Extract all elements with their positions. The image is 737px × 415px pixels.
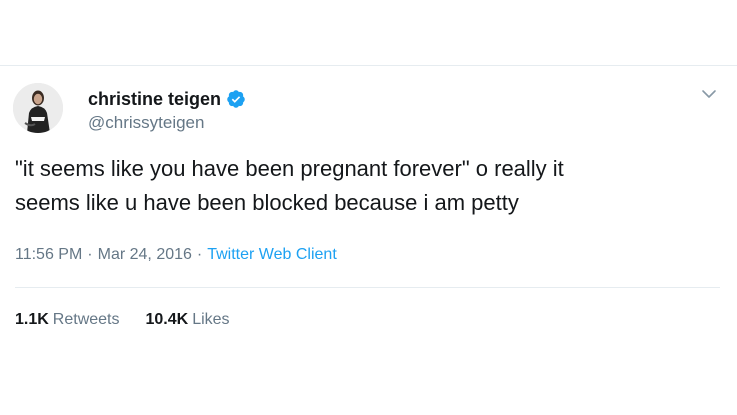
chevron-down-icon[interactable] [699, 86, 719, 102]
user-handle[interactable]: @chrissyteigen [88, 113, 204, 133]
likes-label: Likes [192, 311, 230, 328]
meta-separator: · [196, 246, 203, 263]
tweet-stats: 1.1K Retweets 10.4K Likes [15, 310, 230, 330]
name-row: christine teigen [88, 88, 246, 110]
tweet-text-line-2: seems like u have been blocked because i… [15, 190, 519, 215]
tweet-time[interactable]: 11:56 PM [15, 246, 82, 263]
meta-separator: · [87, 246, 93, 263]
tweet-client-link[interactable]: Twitter Web Client [207, 246, 337, 263]
verified-badge-icon [226, 89, 246, 109]
display-name[interactable]: christine teigen [88, 88, 221, 110]
retweets-stat[interactable]: 1.1K Retweets [15, 310, 120, 330]
retweets-label: Retweets [52, 311, 120, 328]
tweet-card: christine teigen @chrissyteigen "it seem… [0, 66, 737, 415]
retweets-count: 1.1K [15, 311, 49, 328]
avatar-image [13, 83, 63, 133]
tweet-text-line-1: "it seems like you have been pregnant fo… [15, 156, 564, 181]
tweet-meta: 11:56 PM · Mar 24, 2016 · Twitter Web Client [15, 245, 337, 265]
stats-divider [15, 287, 720, 288]
tweet-text: "it seems like you have been pregnant fo… [15, 152, 715, 220]
likes-stat[interactable]: 10.4K Likes [146, 310, 230, 330]
avatar[interactable] [13, 83, 63, 133]
likes-count: 10.4K [145, 311, 189, 328]
tweet-date[interactable]: Mar 24, 2016 [98, 246, 192, 263]
